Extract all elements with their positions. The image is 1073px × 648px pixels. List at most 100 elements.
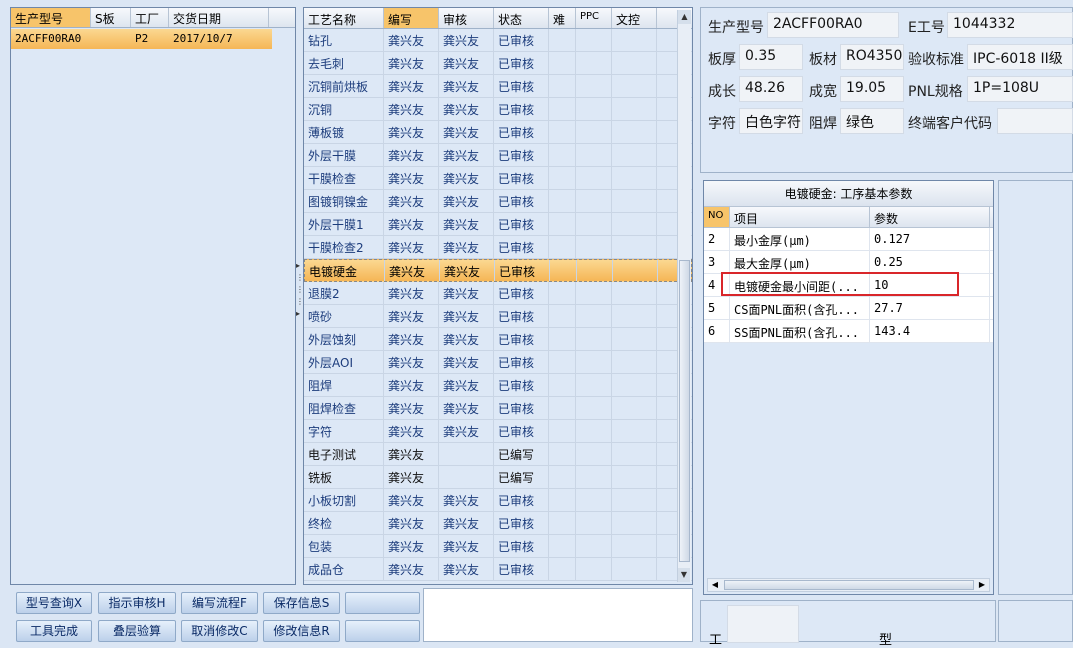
process-row[interactable]: 去毛刺 龚兴友 龚兴友 已审核	[304, 52, 692, 75]
cancel-modify-button[interactable]: 取消修改C	[181, 620, 258, 642]
process-row[interactable]: 铣板 龚兴友 已编写	[304, 466, 692, 489]
pnl-field[interactable]: 1P=108U	[967, 76, 1073, 102]
width-field[interactable]: 19.05	[840, 76, 904, 102]
product-row[interactable]: 2ACFF00RA0 P2 2017/10/7	[11, 29, 272, 49]
process-row[interactable]: 阻焊 龚兴友 龚兴友 已审核	[304, 374, 692, 397]
char-field[interactable]: 白色字符	[739, 108, 803, 134]
model-field[interactable]: 2ACFF00RA0	[767, 12, 899, 38]
model-query-button[interactable]: 型号查询X	[16, 592, 92, 614]
mask-field[interactable]: 绿色	[840, 108, 904, 134]
work-field[interactable]	[727, 605, 799, 643]
cell-doc-control	[612, 305, 657, 327]
process-row[interactable]: 成品仓 龚兴友 龚兴友 已审核	[304, 558, 692, 581]
process-row[interactable]: 终检 龚兴友 龚兴友 已审核	[304, 512, 692, 535]
cell-reviewer: 龚兴友	[439, 535, 494, 557]
cell-writer: 龚兴友	[384, 558, 439, 580]
length-field[interactable]: 48.26	[739, 76, 803, 102]
material-label: 板材	[809, 52, 837, 68]
process-row[interactable]: 包装 龚兴友 龚兴友 已审核	[304, 535, 692, 558]
scroll-left-icon[interactable]: ◀	[708, 579, 722, 591]
process-row[interactable]: 外层AOI 龚兴友 龚兴友 已审核	[304, 351, 692, 374]
product-grid[interactable]: 生产型号 S板 工厂 交货日期 2ACFF00RA0 P2 2017/10/7	[10, 7, 296, 585]
assign-review-button[interactable]: 指示审核H	[98, 592, 176, 614]
cell-no: 5	[704, 297, 730, 319]
col-value[interactable]: 参数	[870, 207, 990, 227]
process-row[interactable]: 沉铜 龚兴友 龚兴友 已审核	[304, 98, 692, 121]
col-date[interactable]: 交货日期	[169, 8, 269, 27]
process-row[interactable]: 喷砂 龚兴友 龚兴友 已审核	[304, 305, 692, 328]
col-process-name[interactable]: 工艺名称	[304, 8, 384, 28]
param-row[interactable]: 5 CS面PNL面积(含孔... 27.7	[704, 297, 993, 320]
scroll-right-icon[interactable]: ▶	[975, 579, 989, 591]
standard-field[interactable]: IPC-6018 II级	[967, 44, 1073, 70]
process-row[interactable]: 字符 龚兴友 龚兴友 已审核	[304, 420, 692, 443]
col-writer[interactable]: 编写	[384, 8, 439, 28]
stack-check-button[interactable]: 叠层验算	[98, 620, 176, 642]
highlight-box	[721, 272, 959, 296]
process-row[interactable]: 薄板镀 龚兴友 龚兴友 已审核	[304, 121, 692, 144]
process-row[interactable]: 电镀硬金 龚兴友 龚兴友 已审核	[304, 259, 692, 282]
cell-reviewer	[439, 443, 494, 465]
write-flow-button[interactable]: 编写流程F	[181, 592, 258, 614]
col-s[interactable]: S板	[91, 8, 131, 27]
scroll-down-icon[interactable]: ▼	[678, 568, 690, 582]
process-row[interactable]: 外层干膜1 龚兴友 龚兴友 已审核	[304, 213, 692, 236]
horizontal-scrollbar[interactable]: ◀ ▶	[707, 578, 990, 592]
customer-field[interactable]	[997, 108, 1073, 134]
process-row[interactable]: 图镀铜镍金 龚兴友 龚兴友 已审核	[304, 190, 692, 213]
cell-ppc	[576, 29, 612, 51]
save-info-button[interactable]: 保存信息S	[263, 592, 340, 614]
params-header: NO 项目 参数	[704, 207, 993, 228]
cell-status: 已审核	[494, 29, 549, 51]
h-scroll-thumb[interactable]	[724, 580, 974, 590]
col-factory[interactable]: 工厂	[131, 8, 169, 27]
cell-process-name: 外层蚀刻	[304, 328, 384, 350]
e-number-field[interactable]: 1044332	[947, 12, 1073, 38]
col-status[interactable]: 状态	[494, 8, 549, 28]
process-row[interactable]: 干膜检查 龚兴友 龚兴友 已审核	[304, 167, 692, 190]
cell-doc-control	[612, 190, 657, 212]
cell-reviewer: 龚兴友	[439, 98, 494, 120]
col-no[interactable]: NO	[704, 207, 730, 227]
material-field[interactable]: RO4350B	[840, 44, 904, 70]
process-row[interactable]: 外层干膜 龚兴友 龚兴友 已审核	[304, 144, 692, 167]
process-row[interactable]: 电子测试 龚兴友 已编写	[304, 443, 692, 466]
cell-ppc	[576, 144, 612, 166]
cell-process-name: 字符	[304, 420, 384, 442]
process-row[interactable]: 干膜检查2 龚兴友 龚兴友 已审核	[304, 236, 692, 259]
col-item[interactable]: 项目	[730, 207, 870, 227]
param-row[interactable]: 3 最大金厚(μm) 0.25	[704, 251, 993, 274]
cell-item: CS面PNL面积(含孔...	[730, 297, 870, 319]
param-row[interactable]: 6 SS面PNL面积(含孔... 143.4	[704, 320, 993, 343]
thickness-field[interactable]: 0.35	[739, 44, 803, 70]
col-doc-control[interactable]: 文控	[612, 8, 657, 28]
cell-writer: 龚兴友	[384, 75, 439, 97]
process-row[interactable]: 阻焊检查 龚兴友 龚兴友 已审核	[304, 397, 692, 420]
col-difficulty[interactable]: 难	[549, 8, 576, 28]
customer-label: 终端客户代码	[908, 116, 992, 132]
process-row[interactable]: 沉铜前烘板 龚兴友 龚兴友 已审核	[304, 75, 692, 98]
cell-status: 已审核	[494, 121, 549, 143]
bottom-side-panel	[998, 600, 1073, 642]
process-grid[interactable]: 工艺名称 编写 审核 状态 难 PPC 文控 钻孔 龚兴友 龚兴友 已审核 去毛刺 龚兴…	[303, 7, 693, 585]
process-row[interactable]: 退膜2 龚兴友 龚兴友 已审核	[304, 282, 692, 305]
cell-process-name: 图镀铜镍金	[304, 190, 384, 212]
param-row[interactable]: 2 最小金厚(μm) 0.127	[704, 228, 993, 251]
process-row[interactable]: 外层蚀刻 龚兴友 龚兴友 已审核	[304, 328, 692, 351]
col-model[interactable]: 生产型号	[11, 8, 91, 27]
cell-ppc	[576, 305, 612, 327]
vertical-scrollbar[interactable]: ▲ ▼	[677, 10, 691, 582]
cell-doc-control	[612, 420, 657, 442]
process-row[interactable]: 钻孔 龚兴友 龚兴友 已审核	[304, 29, 692, 52]
modify-info-button[interactable]: 修改信息R	[263, 620, 340, 642]
col-ppc[interactable]: PPC	[576, 8, 612, 28]
tool-done-button[interactable]: 工具完成	[16, 620, 92, 642]
cell-reviewer: 龚兴友	[439, 305, 494, 327]
scroll-up-icon[interactable]: ▲	[678, 10, 691, 24]
blank-button[interactable]	[345, 592, 420, 614]
scroll-thumb[interactable]	[679, 260, 690, 562]
splitter-handle[interactable]: ▸ ⋮ ⋮ ⋮ ▸	[296, 260, 304, 332]
col-reviewer[interactable]: 审核	[439, 8, 494, 28]
blank-button-2[interactable]	[345, 620, 420, 642]
process-row[interactable]: 小板切割 龚兴友 龚兴友 已审核	[304, 489, 692, 512]
